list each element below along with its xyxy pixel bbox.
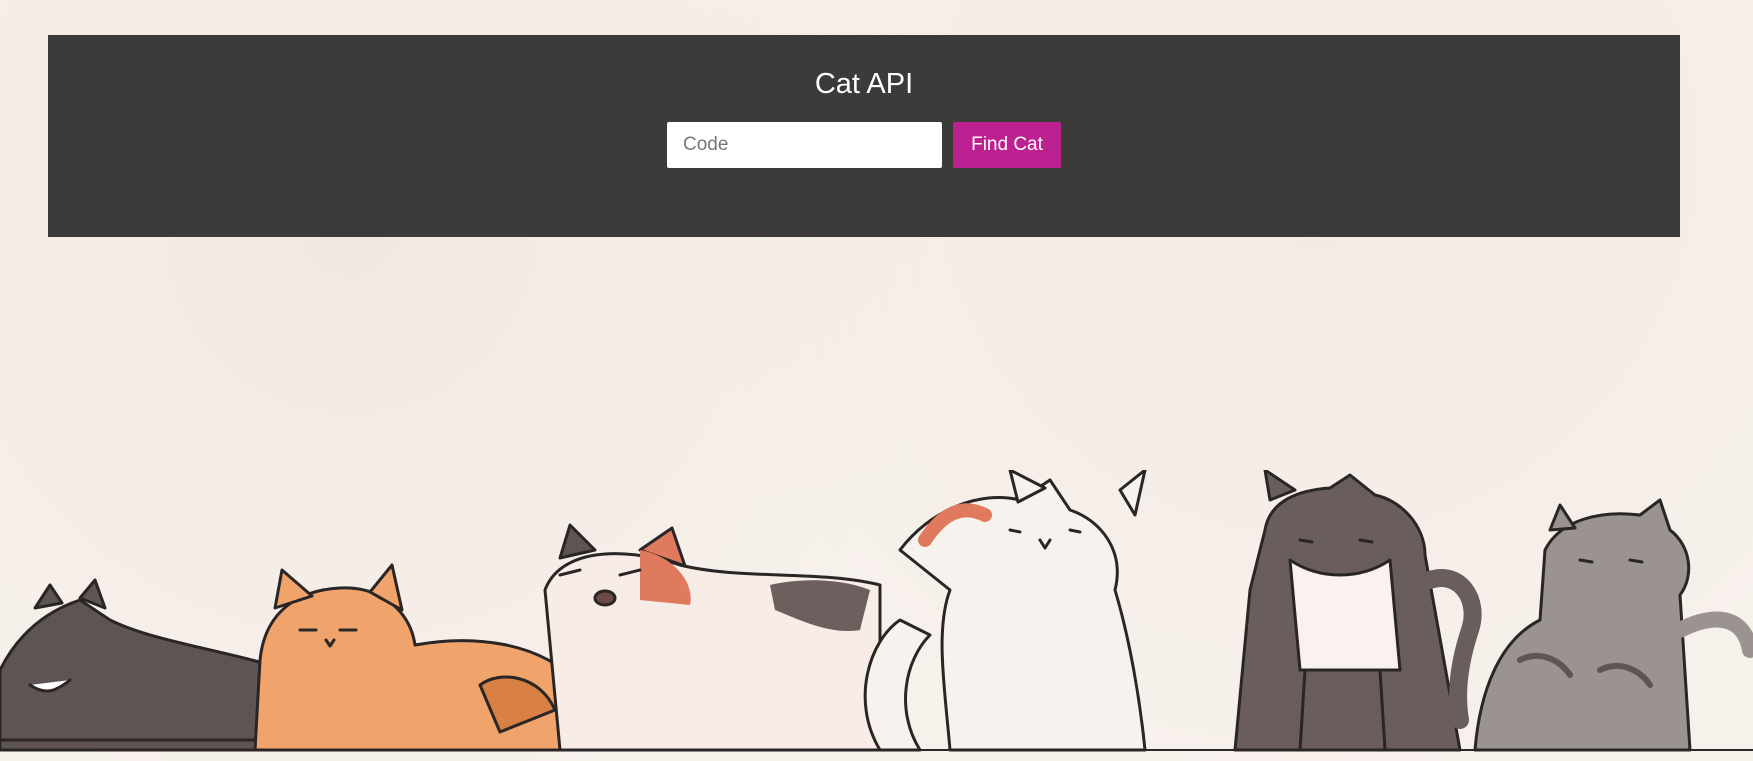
tuxedo-cat <box>1233 470 1482 752</box>
header-panel: Cat API Find Cat <box>48 35 1680 237</box>
calico-cat <box>543 523 882 752</box>
tabby-cat <box>1473 498 1753 752</box>
white-cat <box>863 470 1147 752</box>
page-title: Cat API <box>814 68 914 100</box>
orange-cat <box>253 563 582 752</box>
search-form: Find Cat <box>667 122 1061 168</box>
dark-cat <box>0 578 277 752</box>
cats-illustration <box>0 470 1753 752</box>
find-cat-button[interactable]: Find Cat <box>953 122 1061 168</box>
code-input[interactable] <box>667 122 942 168</box>
